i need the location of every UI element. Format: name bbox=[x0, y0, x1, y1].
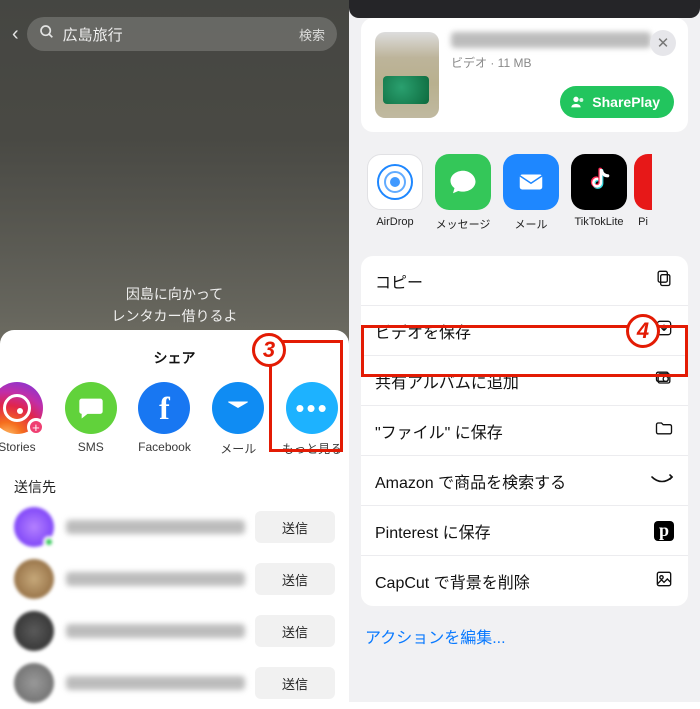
contact-name bbox=[66, 676, 245, 690]
mail-icon bbox=[212, 382, 264, 434]
search-action[interactable]: 検索 bbox=[299, 25, 325, 44]
video-thumbnail[interactable] bbox=[375, 32, 439, 118]
action-label: "ファイル" に保存 bbox=[375, 419, 650, 443]
action-pinterest[interactable]: Pinterest に保存 p bbox=[361, 506, 688, 556]
action-amazon[interactable]: Amazon で商品を検索する bbox=[361, 456, 688, 506]
contact-row[interactable]: 送信 bbox=[0, 553, 349, 605]
send-button[interactable]: 送信 bbox=[255, 563, 335, 595]
folder-icon bbox=[650, 418, 674, 443]
app-label: TikTokLite bbox=[565, 216, 633, 228]
pinterest-icon bbox=[634, 154, 652, 210]
action-copy[interactable]: コピー bbox=[361, 256, 688, 306]
app-label: メール bbox=[497, 216, 565, 232]
file-name bbox=[451, 32, 651, 48]
avatar bbox=[14, 663, 54, 703]
sms-icon bbox=[65, 382, 117, 434]
avatar bbox=[14, 559, 54, 599]
share-label: メール bbox=[201, 440, 275, 457]
amazon-icon bbox=[650, 470, 674, 491]
app-item-mail[interactable]: メール bbox=[497, 154, 565, 232]
avatar bbox=[14, 507, 54, 547]
send-title: 送信先 bbox=[0, 465, 349, 501]
share-item-mail[interactable]: メール bbox=[201, 382, 275, 457]
search-field[interactable]: 広島旅行 検索 bbox=[27, 17, 337, 51]
app-label: メッセージ bbox=[429, 216, 497, 232]
contact-name bbox=[66, 520, 245, 534]
shareplay-label: SharePlay bbox=[592, 94, 660, 110]
back-icon[interactable]: ‹ bbox=[12, 23, 19, 46]
send-button[interactable]: 送信 bbox=[255, 615, 335, 647]
action-label: Pinterest に保存 bbox=[375, 519, 650, 543]
left-panel: ‹ 広島旅行 検索 因島に向かって レンタカー借りるよ シェア am + Sto… bbox=[0, 0, 349, 702]
app-item-pinterest-peek[interactable]: Pi bbox=[633, 154, 653, 232]
caption-line: 因島に向かって bbox=[0, 284, 349, 304]
action-label: CapCut で背景を削除 bbox=[375, 569, 650, 593]
action-capcut[interactable]: CapCut で背景を削除 bbox=[361, 556, 688, 606]
action-label: コピー bbox=[375, 269, 650, 293]
instagram-stories-icon: + bbox=[0, 382, 43, 434]
action-label: Amazon で商品を検索する bbox=[375, 469, 650, 493]
app-item-messages[interactable]: メッセージ bbox=[429, 154, 497, 232]
presence-indicator bbox=[43, 536, 55, 548]
share-label: Facebook bbox=[128, 440, 202, 454]
app-label: Pi bbox=[633, 216, 653, 228]
share-item-facebook[interactable]: f Facebook bbox=[128, 382, 202, 457]
close-button[interactable]: ✕ bbox=[650, 30, 676, 56]
pinterest-badge-icon: p bbox=[650, 520, 674, 541]
annotation-step-badge: 3 bbox=[252, 333, 286, 367]
contact-row[interactable]: 送信 bbox=[0, 657, 349, 709]
send-button[interactable]: 送信 bbox=[255, 667, 335, 699]
file-subtitle: ビデオ · 11 MB bbox=[451, 54, 674, 71]
action-save-files[interactable]: "ファイル" に保存 bbox=[361, 406, 688, 456]
contact-row[interactable]: 送信 bbox=[0, 501, 349, 553]
tiktok-icon bbox=[571, 154, 627, 210]
avatar bbox=[14, 611, 54, 651]
contact-row[interactable]: 送信 bbox=[0, 605, 349, 657]
share-label: Stories bbox=[0, 440, 54, 454]
actions-list: コピー ビデオを保存 共有アルバムに追加 "ファイル" に保存 Amazon で… bbox=[361, 256, 688, 606]
search-query: 広島旅行 bbox=[63, 24, 291, 45]
background-peek bbox=[349, 0, 700, 18]
app-item-tiktok[interactable]: TikTokLite bbox=[565, 154, 633, 232]
mail-app-icon bbox=[503, 154, 559, 210]
edit-actions-link[interactable]: アクションを編集... bbox=[361, 620, 688, 652]
contact-name bbox=[66, 624, 245, 638]
video-caption: 因島に向かって レンタカー借りるよ bbox=[0, 282, 349, 328]
messages-icon bbox=[435, 154, 491, 210]
shareplay-icon bbox=[570, 94, 586, 110]
share-item-sms[interactable]: SMS bbox=[54, 382, 128, 457]
airdrop-icon bbox=[367, 154, 423, 210]
file-card: ビデオ · 11 MB ✕ SharePlay bbox=[361, 18, 688, 132]
annotation-step-badge: 4 bbox=[626, 314, 660, 348]
right-panel: ビデオ · 11 MB ✕ SharePlay AirDrop メッセージ bbox=[349, 0, 700, 702]
app-label: AirDrop bbox=[361, 216, 429, 228]
facebook-icon: f bbox=[138, 382, 190, 434]
copy-icon bbox=[650, 268, 674, 293]
send-button[interactable]: 送信 bbox=[255, 511, 335, 543]
caption-line: レンタカー借りるよ bbox=[0, 306, 349, 326]
shareplay-button[interactable]: SharePlay bbox=[560, 86, 674, 118]
search-bar: ‹ 広島旅行 検索 bbox=[12, 16, 337, 52]
app-row: AirDrop メッセージ メール TikTokLite bbox=[361, 150, 688, 238]
contact-name bbox=[66, 572, 245, 586]
share-label: SMS bbox=[54, 440, 128, 454]
app-item-airdrop[interactable]: AirDrop bbox=[361, 154, 429, 232]
image-icon bbox=[650, 569, 674, 594]
search-icon bbox=[39, 24, 55, 45]
share-item-stories[interactable]: + Stories bbox=[0, 382, 54, 457]
